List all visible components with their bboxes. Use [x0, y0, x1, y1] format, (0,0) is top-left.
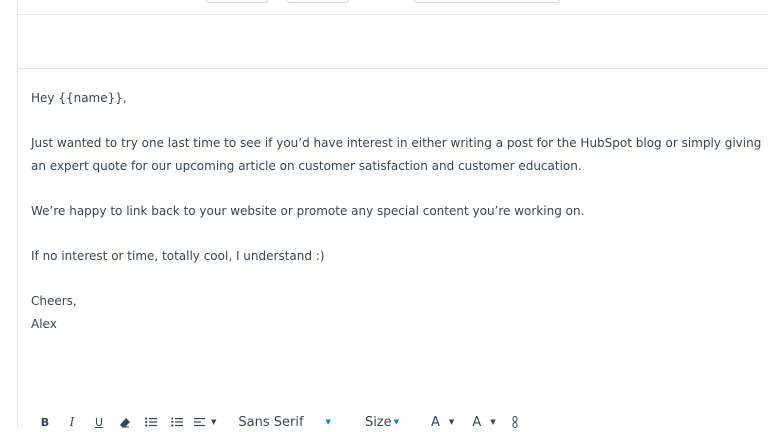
numbered-list-button[interactable] [168, 412, 186, 432]
email-body-editor[interactable]: Hey {{name}}, Just wanted to try one las… [31, 87, 766, 336]
insert-link-button[interactable] [510, 412, 520, 432]
text-color-icon: A [431, 414, 440, 430]
chevron-down-icon: ▼ [490, 418, 496, 426]
formatting-toolbar: B I U ▼ Sans Serif ▼ Size ▼ A ▼ A ▼ [31, 412, 766, 432]
email-greeting: Hey {{name}}, [31, 91, 127, 105]
bulleted-list-icon [145, 417, 157, 427]
email-signature: Alex [31, 316, 57, 331]
email-paragraph-1: Just wanted to try one last time to see … [31, 136, 762, 173]
email-editor-panel: Hey {{name}}, Just wanted to try one las… [17, 0, 768, 430]
italic-button[interactable]: I [63, 412, 81, 432]
highlight-color-icon: A [472, 414, 482, 430]
header-control-2[interactable] [287, 0, 349, 3]
email-header-area [18, 0, 768, 69]
font-size-dropdown[interactable]: Size ▼ [365, 412, 399, 432]
chevron-down-icon: ▼ [448, 418, 455, 426]
underline-button[interactable]: U [90, 412, 108, 432]
chevron-down-icon: ▼ [211, 418, 217, 426]
email-paragraph-3: If no interest or time, totally cool, I … [31, 249, 325, 264]
font-size-label: Size [364, 414, 392, 430]
bulleted-list-button[interactable] [142, 412, 160, 432]
align-dropdown[interactable]: ▼ [194, 412, 216, 432]
header-control-1[interactable] [206, 0, 268, 3]
eraser-icon [120, 417, 130, 427]
chevron-down-icon: ▼ [393, 418, 400, 426]
clear-formatting-button[interactable] [116, 412, 134, 432]
chevron-down-icon: ▼ [325, 418, 331, 426]
font-family-label: Sans Serif [238, 414, 304, 430]
text-color-dropdown[interactable]: A ▼ [431, 412, 454, 432]
font-family-dropdown[interactable]: Sans Serif ▼ [238, 412, 331, 432]
align-left-icon [194, 418, 205, 427]
bold-button[interactable]: B [36, 412, 54, 432]
email-paragraph-2: We’re happy to link back to your website… [31, 203, 585, 218]
header-control-3[interactable] [414, 0, 560, 3]
email-signoff: Cheers, [31, 294, 77, 309]
link-icon [512, 416, 518, 428]
highlight-color-dropdown[interactable]: A ▼ [472, 412, 495, 432]
header-divider [18, 14, 768, 15]
numbered-list-icon [171, 417, 183, 427]
